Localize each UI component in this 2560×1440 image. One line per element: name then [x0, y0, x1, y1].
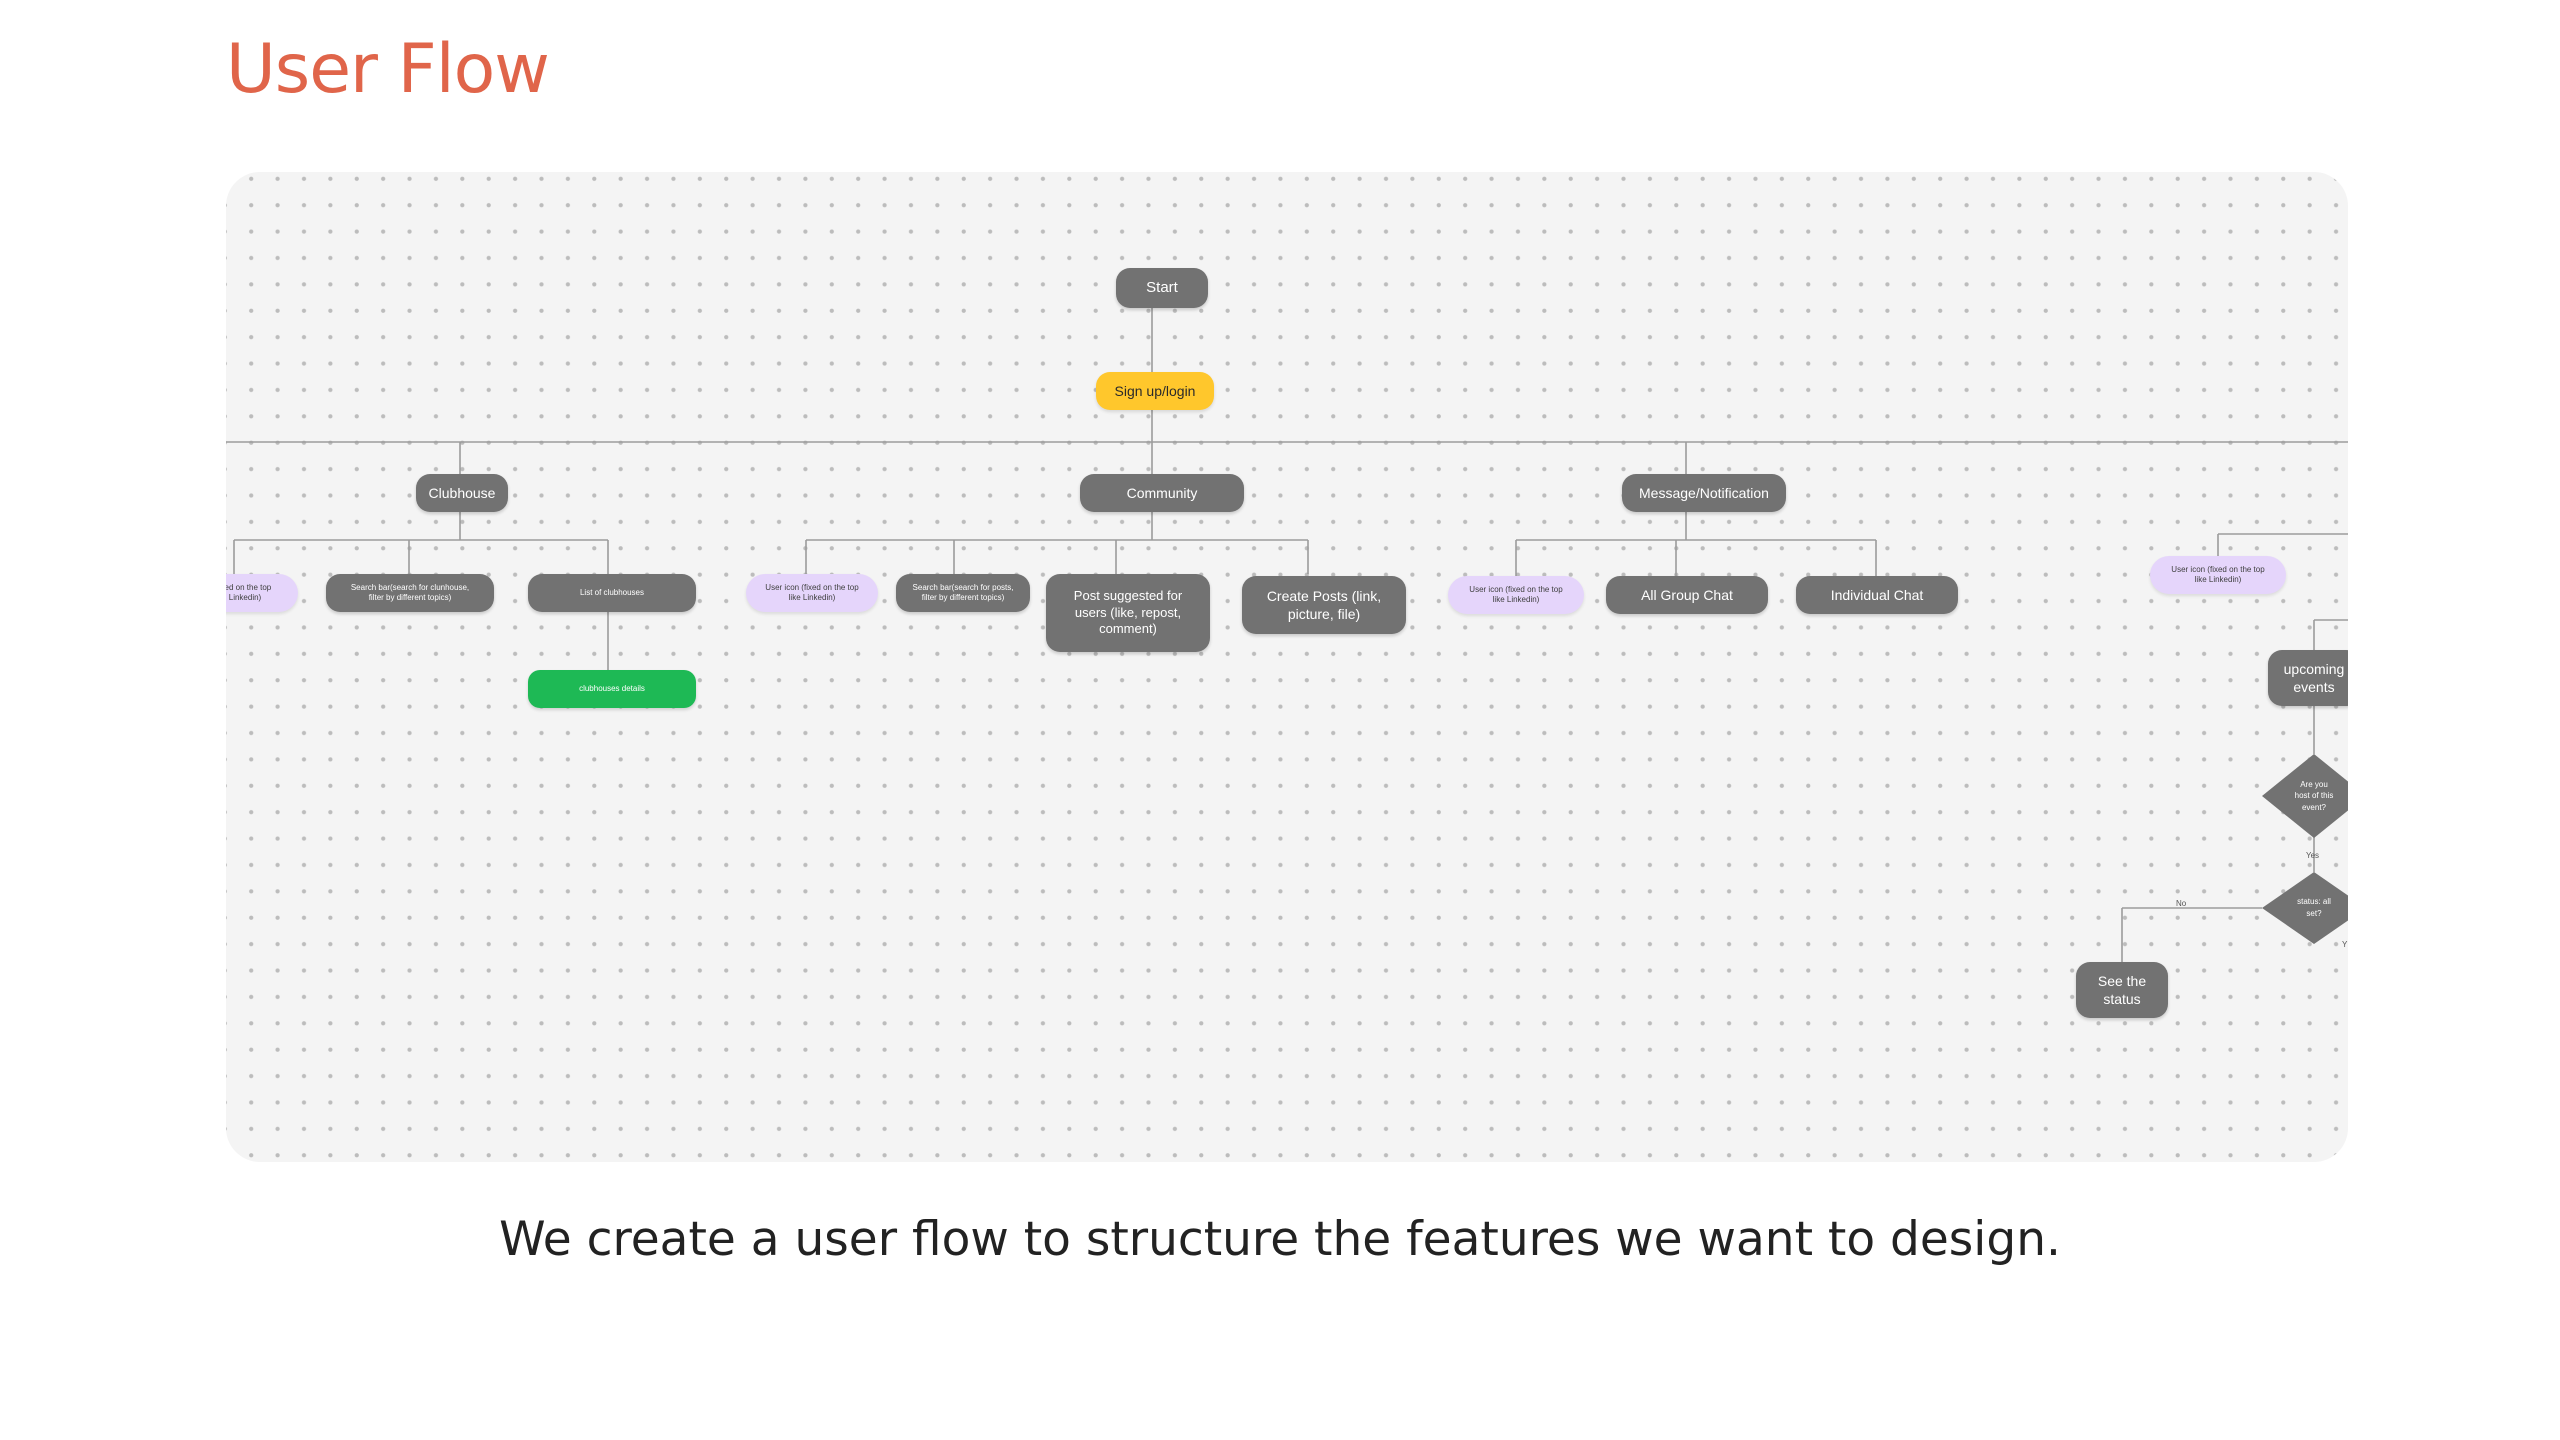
node-clubhouses-details[interactable]: clubhouses details — [528, 670, 696, 708]
node-all-group-chat[interactable]: All Group Chat — [1606, 576, 1768, 614]
edge-label-no: No — [2176, 899, 2187, 908]
decision-status-all-set[interactable]: status: all set? — [2262, 872, 2348, 944]
node-clubhouse-search-bar[interactable]: Search bar(search for clunhouse, filter … — [326, 574, 494, 612]
decision-host-label: Are you host of this event? — [2294, 779, 2334, 812]
node-see-the-status[interactable]: See the status — [2076, 962, 2168, 1018]
node-start[interactable]: Start — [1116, 268, 1208, 308]
node-message-user-icon[interactable]: User icon (fixed on the top like Linkedi… — [1448, 576, 1584, 614]
flowchart-canvas[interactable]: Start Sign up/login Clubhouse Community … — [226, 172, 2348, 1162]
node-message-notification[interactable]: Message/Notification — [1622, 474, 1786, 512]
node-individual-chat[interactable]: Individual Chat — [1796, 576, 1958, 614]
node-clubhouse[interactable]: Clubhouse — [416, 474, 508, 512]
node-community-search-bar[interactable]: Search bar(search for posts, filter by d… — [896, 574, 1030, 612]
flow-connectors — [226, 308, 2348, 962]
edge-label-yes: Yes — [2306, 851, 2320, 860]
decision-host-of-event[interactable]: Are you host of this event? — [2262, 754, 2348, 838]
edge-label-cut: Y — [2342, 940, 2348, 949]
page-title: User Flow — [226, 30, 550, 109]
caption: We create a user flow to structure the f… — [499, 1212, 2061, 1267]
node-create-posts[interactable]: Create Posts (link, picture, file) — [1242, 576, 1406, 634]
node-post-suggested[interactable]: Post suggested for users (like, repost, … — [1046, 574, 1210, 652]
node-events-user-icon[interactable]: User icon (fixed on the top like Linkedi… — [2150, 556, 2286, 594]
node-clubhouse-user-icon[interactable]: ixed on the top Linkedin) — [226, 574, 298, 612]
node-community[interactable]: Community — [1080, 474, 1244, 512]
node-list-of-clubhouses[interactable]: List of clubhouses — [528, 574, 696, 612]
node-sign-up-login[interactable]: Sign up/login — [1096, 372, 1214, 410]
decision-status-label: status: all set? — [2297, 897, 2331, 918]
node-upcoming-events[interactable]: upcoming events — [2268, 650, 2348, 706]
node-community-user-icon[interactable]: User icon (fixed on the top like Linkedi… — [746, 574, 878, 612]
